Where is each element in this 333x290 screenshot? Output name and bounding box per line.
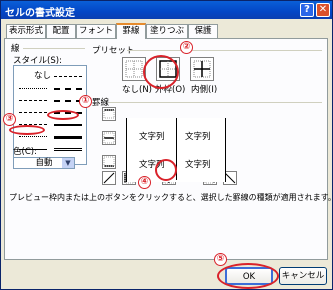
preset-inside-label: 内側(I) xyxy=(191,85,218,95)
color-value: 自動 xyxy=(35,158,53,168)
border-middle-horizontal-button[interactable] xyxy=(102,131,116,145)
annotation-number-3: ③ xyxy=(3,113,16,126)
color-dropdown[interactable]: 自動 ▼ xyxy=(13,157,75,169)
line-style-dashdot[interactable] xyxy=(19,112,47,113)
hint-text: プレビュー枠内または上のボタンをクリックすると、選択した罫線の種類が適用されます… xyxy=(9,193,333,202)
line-style-dashdotdot[interactable] xyxy=(19,100,47,101)
cancel-button[interactable]: キャンセル xyxy=(279,267,327,285)
line-style-medium-dashdot[interactable] xyxy=(54,100,82,102)
preview-text-bottom-right: 文字列 xyxy=(185,160,211,170)
border-inside-icon xyxy=(193,60,211,78)
color-label: 色(C): xyxy=(13,147,37,157)
line-style-slant-dashdot[interactable] xyxy=(54,88,82,90)
dialog-title: セルの書式設定 xyxy=(5,8,75,19)
tab-fill[interactable]: 塗りつぶし xyxy=(146,24,188,49)
line-style-medium-dashdotdot[interactable] xyxy=(54,76,82,77)
tab-border[interactable]: 罫線 xyxy=(116,23,146,39)
diagonal-up-icon xyxy=(103,172,115,184)
line-group-divider xyxy=(23,48,85,49)
annotation-circle-1 xyxy=(47,110,79,120)
close-button[interactable]: ✕ xyxy=(316,3,330,17)
help-button[interactable]: ? xyxy=(300,3,314,17)
border-bottom-button[interactable] xyxy=(102,155,116,169)
annotation-circle-2 xyxy=(143,55,179,89)
line-style-none[interactable]: なし xyxy=(34,69,51,81)
annotation-number-4: ④ xyxy=(138,176,151,189)
line-style-dot-fine[interactable] xyxy=(19,136,47,137)
border-horizontal-icon xyxy=(103,132,115,144)
preview-text-top-right: 文字列 xyxy=(185,132,211,142)
preset-group-divider xyxy=(127,50,322,51)
annotation-number-5: ⑤ xyxy=(214,253,227,266)
tab-bar: 表示形式 配置 フォント 罫線 塗りつぶし 保護 xyxy=(1,23,332,49)
line-style-thick[interactable] xyxy=(54,136,82,139)
annotation-number-2: ② xyxy=(180,41,193,54)
title-bar: セルの書式設定 ? ✕ xyxy=(1,1,332,19)
line-style-medium[interactable] xyxy=(54,124,82,126)
tab-alignment[interactable]: 配置 xyxy=(46,24,76,38)
tab-protection[interactable]: 保護 xyxy=(188,24,218,38)
border-bottom-icon xyxy=(103,156,115,167)
preview-text-top-left: 文字列 xyxy=(139,132,165,142)
annotation-circle-4 xyxy=(155,159,177,181)
annotation-circle-3 xyxy=(9,125,45,135)
chevron-down-icon[interactable]: ▼ xyxy=(62,158,74,168)
line-style-double[interactable] xyxy=(54,148,82,151)
annotation-circle-5 xyxy=(217,263,279,289)
annotation-number-1: ① xyxy=(79,95,92,108)
border-diagonal-up-button[interactable] xyxy=(102,171,116,185)
line-group-title: 線 xyxy=(11,44,20,54)
tab-number[interactable]: 表示形式 xyxy=(6,24,46,38)
line-style-dotted[interactable] xyxy=(19,88,47,89)
format-cells-dialog: セルの書式設定 ? ✕ 表示形式 配置 フォント 罫線 塗りつぶし 保護 線 ス… xyxy=(0,0,333,290)
border-top-icon xyxy=(103,109,115,119)
preset-none-label: なし(N) xyxy=(122,85,152,95)
tab-font[interactable]: フォント xyxy=(76,24,116,38)
border-none-icon xyxy=(125,60,143,78)
border-top-button[interactable] xyxy=(102,107,116,121)
preset-inside-button[interactable] xyxy=(190,57,214,81)
border-group-divider xyxy=(109,102,322,103)
